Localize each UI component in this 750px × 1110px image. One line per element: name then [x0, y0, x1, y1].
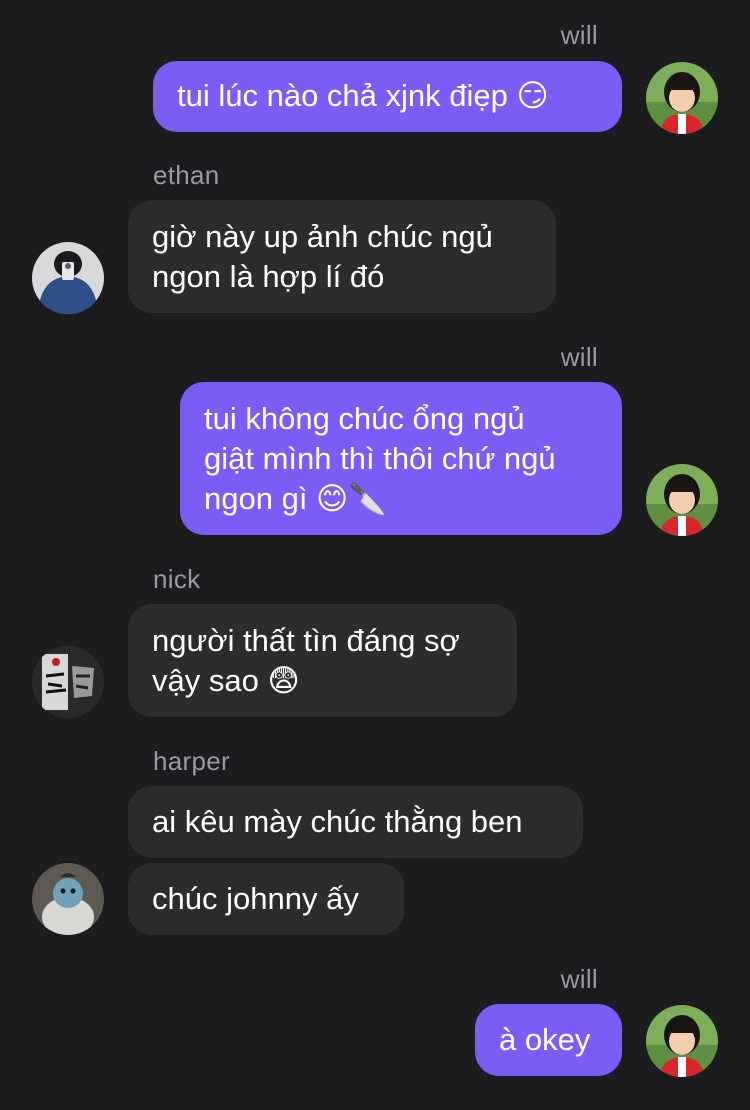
avatar-nick[interactable] — [32, 646, 104, 718]
child-portrait-icon — [646, 1005, 718, 1077]
message-bubble-will[interactable]: tui lúc nào chả xjnk điẹp 😏 — [153, 61, 622, 132]
person-hoodie-icon — [32, 242, 104, 314]
message-bubble-will[interactable]: à okey — [475, 1004, 622, 1076]
snowman-icon — [32, 863, 104, 935]
child-portrait-icon — [646, 62, 718, 134]
avatar-will[interactable] — [646, 1005, 718, 1077]
sender-name-will: will — [560, 964, 598, 994]
graffiti-icon — [32, 646, 104, 718]
sender-name-will: will — [560, 20, 598, 50]
avatar-will[interactable] — [646, 464, 718, 536]
avatar-harper[interactable] — [32, 863, 104, 935]
message-bubble-nick[interactable]: người thất tìn đáng sợ vậy sao 😨 — [128, 604, 517, 717]
sender-name-nick: nick — [153, 564, 201, 594]
avatar-will[interactable] — [646, 62, 718, 134]
message-bubble-harper[interactable]: ai kêu mày chúc thằng ben — [128, 786, 583, 858]
message-bubble-harper[interactable]: chúc johnny ấy — [128, 863, 404, 935]
sender-name-harper: harper — [153, 746, 230, 776]
child-portrait-icon — [646, 464, 718, 536]
message-bubble-will[interactable]: tui không chúc ổng ngủ giật mình thì thô… — [180, 382, 622, 535]
sender-name-ethan: ethan — [153, 160, 220, 190]
avatar-ethan[interactable] — [32, 242, 104, 314]
message-bubble-ethan[interactable]: giờ này up ảnh chúc ngủ ngon là hợp lí đ… — [128, 200, 556, 313]
sender-name-will: will — [560, 342, 598, 372]
